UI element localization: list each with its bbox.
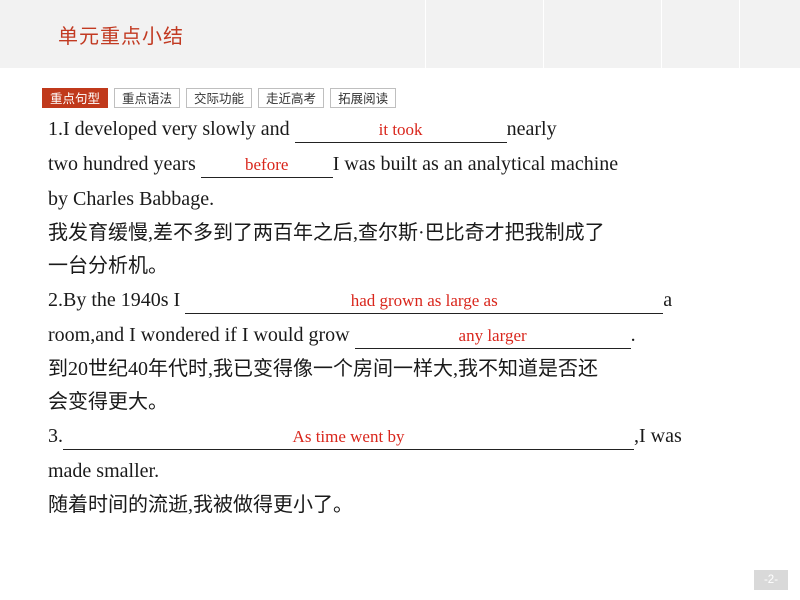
item-3-text-pre: 3. [48, 425, 63, 447]
tab-extended-reading[interactable]: 拓展阅读 [330, 88, 397, 108]
tab-communication-function[interactable]: 交际功能 [186, 88, 253, 108]
tab-strip: 重点句型 重点语法 交际功能 走近高考 拓展阅读 [42, 88, 397, 108]
item-1-text-pre: 1.I developed very slowly and [48, 118, 290, 140]
item-1-line-2: two hundred years before I was built as a… [48, 147, 768, 182]
item-3-translation-line-1: 随着时间的流逝,我被做得更小了。 [48, 494, 353, 516]
item-2-translation-line-2: 会变得更大。 [48, 391, 168, 413]
item-3-line-1: 3. As time went by ,I was [48, 419, 768, 454]
item-2-line-1: 2.By the 1940s I had grown as large as a [48, 283, 768, 318]
item-2-text-post: a [663, 289, 673, 311]
item-1-line-3: by Charles Babbage. [48, 188, 215, 210]
item-3-text-post: ,I was [634, 425, 682, 447]
item-1-blank-1[interactable]: it took [294, 118, 507, 143]
item-1-blank-2[interactable]: before [200, 153, 333, 178]
tab-approaching-gaokao[interactable]: 走近高考 [258, 88, 325, 108]
item-2-translation-line-1: 到20世纪40年代时,我已变得像一个房间一样大,我不知道是否还 [48, 358, 598, 380]
item-3-line-2: made smaller. [48, 460, 160, 482]
tab-key-sentence-patterns[interactable]: 重点句型 [42, 88, 109, 108]
page-title: 单元重点小结 [58, 26, 184, 48]
item-1-line2-pre: two hundred years [48, 153, 196, 175]
lesson-content: 1.I developed very slowly and it took nea… [48, 112, 768, 522]
item-2-text-pre: 2.By the 1940s I [48, 289, 181, 311]
item-1-translation-line-1: 我发育缓慢,差不多到了两百年之后,查尔斯·巴比奇才把我制成了 [48, 222, 605, 244]
header-segment-4 [739, 0, 800, 68]
header-segment-1 [425, 0, 543, 68]
page-number: -2- [754, 570, 788, 590]
tab-key-grammar[interactable]: 重点语法 [114, 88, 181, 108]
item-2-line-2: room,and I wondered if I would grow any … [48, 318, 768, 353]
header-band: 单元重点小结 [0, 0, 800, 68]
header-segment-2 [543, 0, 661, 68]
header-segment-3 [661, 0, 739, 68]
item-1-line2-post: I was built as an analytical machine [332, 153, 619, 175]
item-2-blank-2[interactable]: any larger [354, 324, 631, 349]
item-2-line2-post: . [630, 324, 636, 346]
item-1-text-mid: nearly [506, 118, 557, 140]
item-1-translation-line-2: 一台分析机。 [48, 255, 168, 277]
item-2-line2-pre: room,and I wondered if I would grow [48, 324, 350, 346]
item-3-blank-1[interactable]: As time went by [63, 425, 634, 450]
item-2-blank-1[interactable]: had grown as large as [185, 289, 664, 314]
item-1-line-1: 1.I developed very slowly and it took nea… [48, 112, 768, 147]
